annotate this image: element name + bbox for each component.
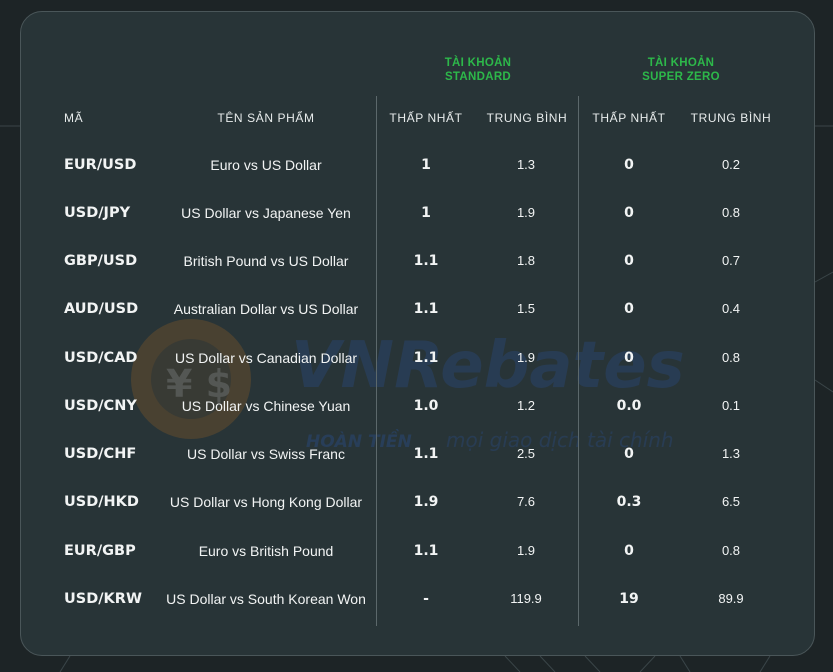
standard-min-spread: 1 <box>421 205 431 221</box>
standard-min-spread: 1.9 <box>413 494 439 510</box>
standard-avg-spread: 1.9 <box>516 350 536 365</box>
standard-header-line1: TÀI KHOẢN <box>444 57 512 69</box>
super-zero-header-line2: SUPER ZERO <box>642 71 720 83</box>
product-name: Euro vs US Dollar <box>210 157 322 173</box>
super-zero-avg-spread: 6.5 <box>721 494 741 509</box>
super-zero-min-spread: 0 <box>624 205 634 221</box>
standard-header-line2: STANDARD <box>444 71 512 83</box>
standard-min-spread: 1.1 <box>413 350 439 366</box>
super-zero-avg-spread: 0.8 <box>721 350 741 365</box>
super-zero-avg-spread: 0.1 <box>721 398 741 413</box>
super-zero-min-spread: 0 <box>624 543 634 559</box>
standard-avg-spread: 1.9 <box>516 543 536 558</box>
col-header-super-zero-min: THẤP NHẤT <box>592 111 666 125</box>
standard-min-spread: 1.0 <box>413 398 439 414</box>
standard-avg-spread: 1.5 <box>516 301 536 316</box>
symbol-code: EUR/GBP <box>64 543 136 559</box>
super-zero-min-spread: 0 <box>624 157 634 173</box>
super-zero-min-spread: 0 <box>624 253 634 269</box>
product-name: Australian Dollar vs US Dollar <box>173 301 359 317</box>
super-zero-avg-spread: 0.8 <box>721 205 741 220</box>
spread-table-card: ¥ $ VNRebates HOÀN TIỀN mọi giao dịch tà… <box>20 11 815 656</box>
super-zero-avg-spread: 0.4 <box>721 301 741 316</box>
table-row: USD/JPY US Dollar vs Japanese Yen 1 1.9 … <box>21 198 814 228</box>
table-row: AUD/USD Australian Dollar vs US Dollar 1… <box>21 294 814 324</box>
table-row: EUR/USD Euro vs US Dollar 1 1.3 0 0.2 <box>21 150 814 180</box>
product-name: British Pound vs US Dollar <box>183 253 349 269</box>
symbol-code: USD/JPY <box>64 205 131 221</box>
standard-avg-spread: 2.5 <box>516 446 536 461</box>
super-zero-min-spread: 0 <box>624 446 634 462</box>
standard-min-spread: 1.1 <box>413 543 439 559</box>
table-row: USD/KRW US Dollar vs South Korean Won - … <box>21 584 814 614</box>
table-row: USD/CHF US Dollar vs Swiss Franc 1.1 2.5… <box>21 439 814 469</box>
standard-avg-spread: 1.3 <box>516 157 536 172</box>
standard-min-spread: 1 <box>421 157 431 173</box>
symbol-code: USD/HKD <box>64 494 139 510</box>
standard-min-spread: 1.1 <box>413 253 439 269</box>
super-zero-min-spread: 0.3 <box>616 494 642 510</box>
super-zero-min-spread: 0.0 <box>616 398 642 414</box>
standard-avg-spread: 7.6 <box>516 494 536 509</box>
table-row: GBP/USD British Pound vs US Dollar 1.1 1… <box>21 246 814 276</box>
table-row: USD/HKD US Dollar vs Hong Kong Dollar 1.… <box>21 487 814 517</box>
standard-min-spread: 1.1 <box>413 301 439 317</box>
standard-avg-spread: 119.9 <box>510 591 542 606</box>
super-zero-min-spread: 0 <box>624 350 634 366</box>
product-name: US Dollar vs Chinese Yuan <box>181 398 351 414</box>
product-name: US Dollar vs Canadian Dollar <box>174 350 358 366</box>
col-header-standard-min: THẤP NHẤT <box>389 111 463 125</box>
standard-account-header: TÀI KHOẢN STANDARD <box>433 56 523 84</box>
super-zero-avg-spread: 1.3 <box>721 446 741 461</box>
super-zero-account-header: TÀI KHOẢN SUPER ZERO <box>631 56 731 84</box>
super-zero-avg-spread: 0.7 <box>721 253 741 268</box>
standard-avg-spread: 1.8 <box>516 253 536 268</box>
table-row: USD/CAD US Dollar vs Canadian Dollar 1.1… <box>21 343 814 373</box>
super-zero-avg-spread: 0.8 <box>721 543 741 558</box>
symbol-code: EUR/USD <box>64 157 137 173</box>
super-zero-min-spread: 19 <box>619 591 639 607</box>
product-name: US Dollar vs Japanese Yen <box>181 205 351 221</box>
col-header-code: MÃ <box>64 111 84 125</box>
standard-avg-spread: 1.2 <box>516 398 536 413</box>
col-header-super-zero-avg: TRUNG BÌNH <box>690 111 772 125</box>
product-name: Euro vs British Pound <box>198 543 334 559</box>
product-name: US Dollar vs Hong Kong Dollar <box>169 494 363 510</box>
symbol-code: USD/CAD <box>64 350 138 366</box>
table-row: USD/CNY US Dollar vs Chinese Yuan 1.0 1.… <box>21 391 814 421</box>
symbol-code: USD/CNY <box>64 398 137 414</box>
product-name: US Dollar vs Swiss Franc <box>187 446 345 462</box>
standard-min-spread: - <box>423 591 429 607</box>
table-row: EUR/GBP Euro vs British Pound 1.1 1.9 0 … <box>21 536 814 566</box>
symbol-code: USD/KRW <box>64 591 142 607</box>
symbol-code: GBP/USD <box>64 253 138 269</box>
symbol-code: USD/CHF <box>64 446 137 462</box>
symbol-code: AUD/USD <box>64 301 139 317</box>
standard-avg-spread: 1.9 <box>516 205 536 220</box>
standard-min-spread: 1.1 <box>413 446 439 462</box>
col-header-product-name: TÊN SẢN PHẨM <box>217 111 315 125</box>
super-zero-avg-spread: 89.9 <box>718 591 744 606</box>
col-header-standard-avg: TRUNG BÌNH <box>486 111 568 125</box>
super-zero-avg-spread: 0.2 <box>721 157 741 172</box>
product-name: US Dollar vs South Korean Won <box>166 591 366 607</box>
super-zero-header-line1: TÀI KHOẢN <box>647 57 715 69</box>
super-zero-min-spread: 0 <box>624 301 634 317</box>
